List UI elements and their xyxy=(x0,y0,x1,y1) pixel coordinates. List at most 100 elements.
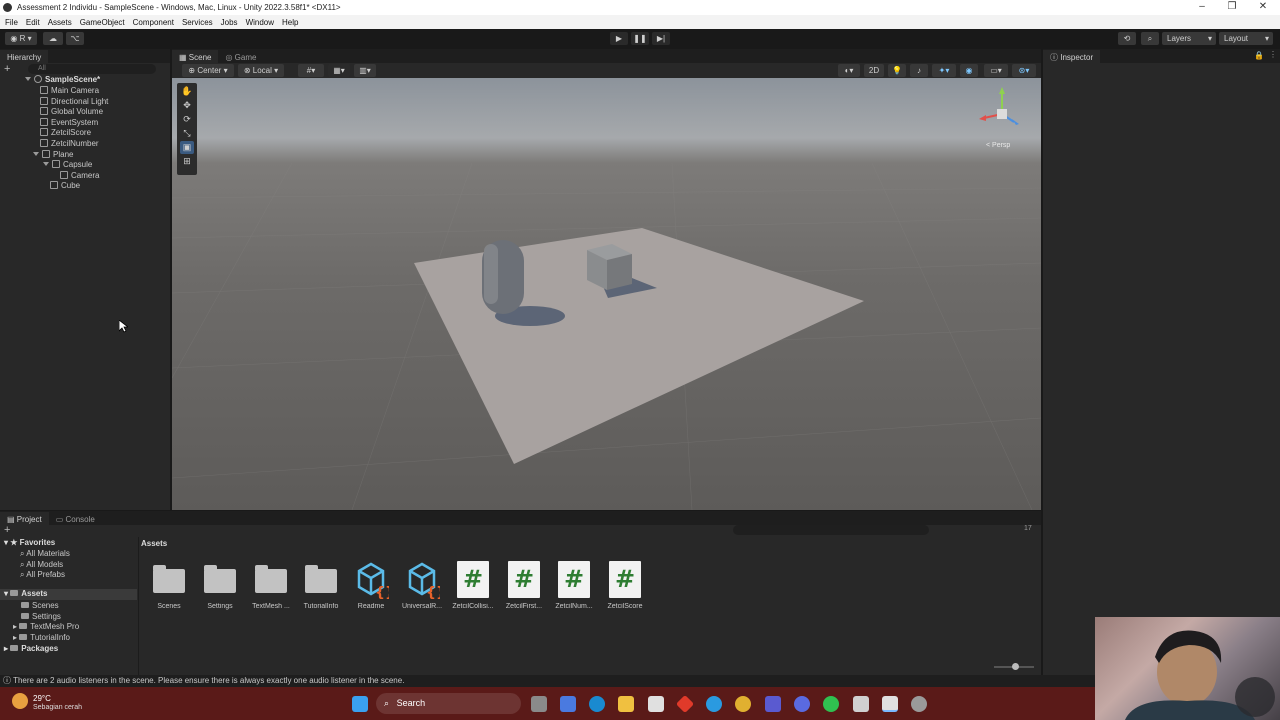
lock-icon[interactable]: 🔒 xyxy=(1254,51,1264,60)
expand-arrow-icon[interactable] xyxy=(33,151,39,156)
scene-root[interactable]: SampleScene* xyxy=(25,75,100,86)
hierarchy-item-directional-light[interactable]: Directional Light xyxy=(40,96,108,108)
tab-inspector[interactable]: ⓘ Inspector xyxy=(1043,50,1101,63)
pivot-rotation-dropdown[interactable]: ⊗ Local ▾ xyxy=(238,64,284,77)
play-button[interactable]: ▶ xyxy=(610,32,628,45)
tree-folder-tutorialinfo[interactable]: ▸ TutorialInfo xyxy=(13,633,70,642)
shading-mode-icon[interactable]: ◐▾ xyxy=(838,64,860,77)
effects-toggle-icon[interactable]: ✦▾ xyxy=(932,64,956,77)
step-button[interactable]: ▶| xyxy=(652,32,670,45)
gizmos-toggle-icon[interactable]: ⊛▾ xyxy=(1012,64,1036,77)
transform-tool-icon[interactable]: ⊞ xyxy=(180,155,194,168)
menu-services[interactable]: Services xyxy=(182,18,213,27)
create-asset-icon[interactable]: + xyxy=(4,524,10,536)
menu-help[interactable]: Help xyxy=(282,18,298,27)
orientation-gizmo-icon[interactable] xyxy=(972,84,1032,144)
tab-console[interactable]: ▭ Console xyxy=(48,512,102,525)
menu-edit[interactable]: Edit xyxy=(26,18,40,27)
grid-snap-icon[interactable]: #▾ xyxy=(298,64,324,77)
hierarchy-item-zetcilscore[interactable]: ZetcilScore xyxy=(40,128,91,139)
copilot-icon[interactable] xyxy=(560,696,576,712)
tab-hierarchy[interactable]: Hierarchy xyxy=(0,50,49,63)
menu-component[interactable]: Component xyxy=(133,18,174,27)
project-breadcrumb[interactable]: Assets xyxy=(141,539,167,548)
whatsapp-icon[interactable] xyxy=(823,696,839,712)
move-tool-icon[interactable]: ✥ xyxy=(180,99,194,112)
close-icon[interactable]: ✕ xyxy=(1248,0,1278,15)
assets-root[interactable]: ▾ Assets xyxy=(0,589,137,600)
layers-dropdown[interactable]: Layers ▾ xyxy=(1162,32,1216,45)
unity-editor-icon[interactable] xyxy=(882,696,898,712)
steam-icon[interactable] xyxy=(911,696,927,712)
favorite-all-materials[interactable]: ⌕ All Materials xyxy=(20,549,70,559)
menu-file[interactable]: File xyxy=(5,18,18,27)
tab-scene[interactable]: ▦ Scene xyxy=(172,50,219,63)
menu-assets[interactable]: Assets xyxy=(48,18,72,27)
hierarchy-item-global-volume[interactable]: Global Volume xyxy=(40,107,103,118)
expand-arrow-icon[interactable] xyxy=(25,77,31,81)
expand-arrow-icon[interactable] xyxy=(43,162,49,167)
icon-size-slider-handle[interactable] xyxy=(1012,663,1019,670)
tab-game[interactable]: ◎ Game xyxy=(218,50,264,63)
task-view-icon[interactable] xyxy=(531,696,547,712)
audio-toggle-icon[interactable]: ♪ xyxy=(910,64,928,77)
hierarchy-item-plane[interactable]: Plane xyxy=(33,149,73,161)
pause-button[interactable]: ❚❚ xyxy=(631,32,649,45)
scene-options-icon[interactable]: ▥▾ xyxy=(354,64,376,77)
menu-window[interactable]: Window xyxy=(246,18,274,27)
app-icon[interactable] xyxy=(706,696,722,712)
hierarchy-item-zetcilnumber[interactable]: ZetcilNumber xyxy=(40,139,99,150)
cloud-icon[interactable]: ☁ xyxy=(43,32,63,45)
hierarchy-item-main-camera[interactable]: Main Camera xyxy=(40,86,99,97)
hierarchy-item-capsule[interactable]: Capsule xyxy=(43,160,92,171)
taskbar-search-box[interactable]: ⌕ Search xyxy=(376,693,521,714)
layout-dropdown[interactable]: Layout ▾ xyxy=(1219,32,1273,45)
git-icon[interactable] xyxy=(675,694,695,714)
add-icon[interactable]: + xyxy=(4,63,10,75)
snap-increment-icon[interactable]: ▦▾ xyxy=(328,64,350,77)
search-icon[interactable]: ⌕ xyxy=(1141,32,1159,45)
camera-settings-icon[interactable]: ▭▾ xyxy=(984,64,1008,77)
favorite-all-models[interactable]: ⌕ All Models xyxy=(20,560,63,570)
store-icon[interactable] xyxy=(648,696,664,712)
tree-folder-textmesh-pro[interactable]: ▸ TextMesh Pro xyxy=(13,622,79,631)
project-search-input[interactable] xyxy=(733,525,929,535)
toggle-2d-button[interactable]: 2D xyxy=(864,64,884,77)
collab-icon[interactable]: ⌥ xyxy=(66,32,84,45)
tree-folder-scenes[interactable]: Scenes xyxy=(21,601,59,610)
teams-icon[interactable] xyxy=(765,696,781,712)
hand-tool-icon[interactable]: ✋ xyxy=(180,85,194,98)
scene-viewport[interactable]: ✋ ✥ ⟳ ⤡ ▣ ⊞ < Persp xyxy=(172,78,1041,510)
hierarchy-item-cube[interactable]: Cube xyxy=(50,181,80,192)
account-button[interactable]: ◉ R ▾ xyxy=(5,32,37,45)
discord-icon[interactable] xyxy=(794,696,810,712)
hierarchy-item-camera[interactable]: Camera xyxy=(60,170,99,182)
lighting-toggle-icon[interactable]: 💡 xyxy=(888,64,906,77)
hierarchy-item-eventsystem[interactable]: EventSystem xyxy=(40,117,98,129)
packages-root[interactable]: ▸ Packages xyxy=(4,644,58,653)
tree-folder-settings[interactable]: Settings xyxy=(21,612,61,621)
more-options-icon[interactable]: ⋮ xyxy=(1269,50,1277,59)
menu-gameobject[interactable]: GameObject xyxy=(80,18,125,27)
plane-object[interactable] xyxy=(414,228,864,464)
scene-visibility-icon[interactable]: ◉ xyxy=(960,64,978,77)
history-icon[interactable]: ⟲ xyxy=(1118,32,1136,45)
favorite-all-prefabs[interactable]: ⌕ All Prefabs xyxy=(20,570,65,580)
minimize-icon[interactable]: – xyxy=(1187,0,1217,15)
chrome-icon[interactable] xyxy=(735,696,751,712)
scale-tool-icon[interactable]: ⤡ xyxy=(180,127,194,140)
weather-icon[interactable] xyxy=(12,693,28,709)
restore-icon[interactable]: ❐ xyxy=(1217,0,1247,15)
rotate-tool-icon[interactable]: ⟳ xyxy=(180,113,194,126)
hierarchy-search-input[interactable]: All xyxy=(28,64,156,74)
menu-jobs[interactable]: Jobs xyxy=(221,18,238,27)
gizmo-projection-label[interactable]: < Persp xyxy=(986,142,1010,149)
start-icon[interactable] xyxy=(352,696,368,712)
status-message[interactable]: There are 2 audio listeners in the scene… xyxy=(13,676,404,685)
rect-tool-icon[interactable]: ▣ xyxy=(180,141,194,154)
unity-hub-icon[interactable] xyxy=(853,696,869,712)
favorites-header[interactable]: ▾ ★ Favorites xyxy=(4,538,136,547)
edge-icon[interactable] xyxy=(589,696,605,712)
file-explorer-icon[interactable] xyxy=(618,696,634,712)
pivot-mode-dropdown[interactable]: ⊕ Center ▾ xyxy=(182,64,234,77)
